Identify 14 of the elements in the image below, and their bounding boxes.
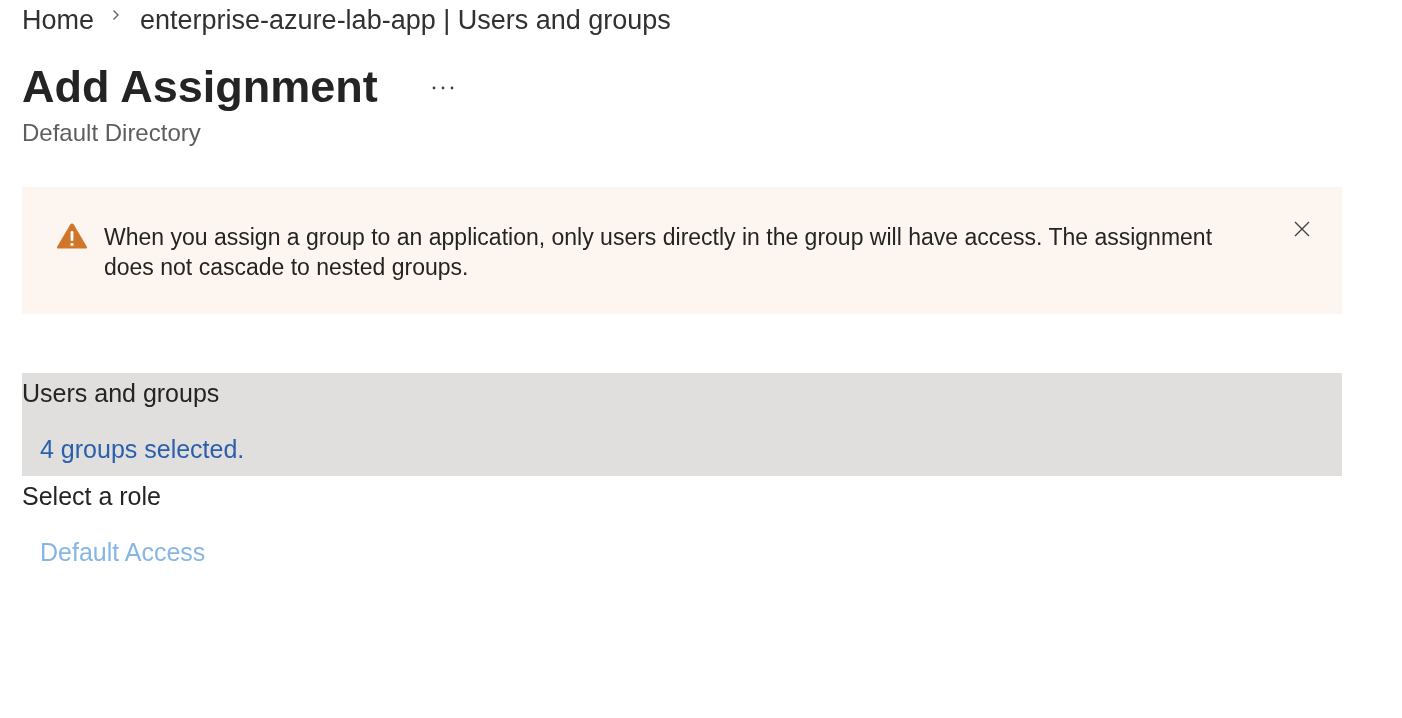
form-section[interactable]: Users and groups 4 groups selected. — [22, 373, 1342, 476]
section-label: Users and groups — [22, 378, 221, 408]
section-link: Default Access — [40, 537, 206, 567]
alert-message: When you assign a group to an application, only users directly in the group will have access. The assignment does not cascade to nested groups. — [104, 223, 1214, 282]
page-title: Add Assignment — [22, 60, 378, 114]
chevron-right-icon — [112, 9, 121, 21]
close-icon[interactable] — [1294, 221, 1310, 237]
warning-icon — [56, 222, 88, 250]
section-link[interactable]: 4 groups selected. — [40, 434, 245, 464]
page-subtitle: Default Directory — [22, 119, 202, 147]
section-label: Select a role — [22, 481, 162, 511]
breadcrumb-link[interactable]: Home — [22, 4, 95, 36]
breadcrumb-link[interactable]: enterprise-azure-lab-app | Users and groups — [140, 4, 671, 36]
more-icon[interactable] — [431, 86, 454, 90]
